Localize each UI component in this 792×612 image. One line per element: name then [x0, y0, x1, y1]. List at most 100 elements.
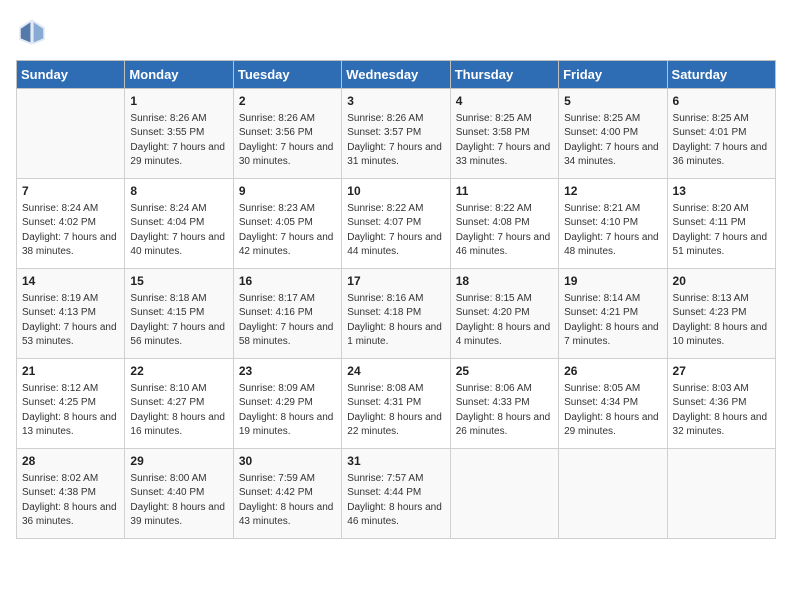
day-info: Sunrise: 8:17 AMSunset: 4:16 PMDaylight:…	[239, 292, 336, 350]
calendar-cell: 31 Sunrise: 7:57 AMSunset: 4:44 PMDayligh…	[342, 449, 450, 539]
calendar-week-row: 1 Sunrise: 8:26 AMSunset: 3:55 PMDaylight…	[17, 89, 776, 179]
day-info: Sunrise: 8:20 AMSunset: 4:11 PMDaylight:…	[673, 202, 770, 260]
weekday-header: Saturday	[667, 61, 775, 89]
weekday-header: Wednesday	[342, 61, 450, 89]
calendar-cell: 19Sunrise: 8:14 AMSunset: 4:21 PMDayligh…	[559, 269, 667, 359]
calendar-cell: 3 Sunrise: 8:26 AMSunset: 3:57 PMDaylight…	[342, 89, 450, 179]
day-number: 3	[347, 93, 444, 110]
calendar-cell: 11Sunrise: 8:22 AMSunset: 4:08 PMDayligh…	[450, 179, 558, 269]
calendar-cell: 24Sunrise: 8:08 AMSunset: 4:31 PMDayligh…	[342, 359, 450, 449]
day-info: Sunrise: 8:24 AMSunset: 4:02 PMDaylight:…	[22, 202, 119, 260]
calendar-cell	[667, 449, 775, 539]
day-number: 20	[673, 273, 770, 290]
logo-icon	[16, 16, 48, 48]
day-number: 23	[239, 363, 336, 380]
calendar-cell: 16 Sunrise: 8:17 AMSunset: 4:16 PMDayligh…	[233, 269, 341, 359]
day-info: Sunrise: 8:25 AMSunset: 3:58 PMDaylight:…	[456, 112, 553, 170]
calendar-table: SundayMondayTuesdayWednesdayThursdayFrid…	[16, 60, 776, 539]
calendar-cell: 5Sunrise: 8:25 AMSunset: 4:00 PMDaylight…	[559, 89, 667, 179]
day-number: 10	[347, 183, 444, 200]
calendar-cell: 15Sunrise: 8:18 AMSunset: 4:15 PMDayligh…	[125, 269, 233, 359]
day-info: Sunrise: 7:57 AMSunset: 4:44 PMDaylight:…	[347, 472, 444, 530]
day-number: 18	[456, 273, 553, 290]
day-info: Sunrise: 8:03 AMSunset: 4:36 PMDaylight:…	[673, 382, 770, 440]
calendar-cell: 28 Sunrise: 8:02 AMSunset: 4:38 PMDayligh…	[17, 449, 125, 539]
day-info: Sunrise: 8:21 AMSunset: 4:10 PMDaylight:…	[564, 202, 661, 260]
calendar-cell: 18 Sunrise: 8:15 AMSunset: 4:20 PMDayligh…	[450, 269, 558, 359]
day-number: 27	[673, 363, 770, 380]
calendar-cell: 9Sunrise: 8:23 AMSunset: 4:05 PMDaylight…	[233, 179, 341, 269]
day-number: 30	[239, 453, 336, 470]
day-number: 5	[564, 93, 661, 110]
calendar-cell: 27 Sunrise: 8:03 AMSunset: 4:36 PMDayligh…	[667, 359, 775, 449]
day-number: 25	[456, 363, 553, 380]
calendar-cell: 29 Sunrise: 8:00 AMSunset: 4:40 PMDayligh…	[125, 449, 233, 539]
day-number: 31	[347, 453, 444, 470]
calendar-cell: 13 Sunrise: 8:20 AMSunset: 4:11 PMDayligh…	[667, 179, 775, 269]
calendar-week-row: 7 Sunrise: 8:24 AMSunset: 4:02 PMDaylight…	[17, 179, 776, 269]
calendar-week-row: 14Sunrise: 8:19 AMSunset: 4:13 PMDayligh…	[17, 269, 776, 359]
calendar-cell: 23 Sunrise: 8:09 AMSunset: 4:29 PMDayligh…	[233, 359, 341, 449]
calendar-cell: 2 Sunrise: 8:26 AMSunset: 3:56 PMDaylight…	[233, 89, 341, 179]
calendar-cell: 17 Sunrise: 8:16 AMSunset: 4:18 PMDayligh…	[342, 269, 450, 359]
day-info: Sunrise: 8:15 AMSunset: 4:20 PMDaylight:…	[456, 292, 553, 350]
day-info: Sunrise: 8:26 AMSunset: 3:55 PMDaylight:…	[130, 112, 227, 170]
calendar-cell: 8 Sunrise: 8:24 AMSunset: 4:04 PMDaylight…	[125, 179, 233, 269]
day-number: 26	[564, 363, 661, 380]
calendar-cell: 20 Sunrise: 8:13 AMSunset: 4:23 PMDayligh…	[667, 269, 775, 359]
day-info: Sunrise: 8:10 AMSunset: 4:27 PMDaylight:…	[130, 382, 227, 440]
day-number: 7	[22, 183, 119, 200]
weekday-header: Monday	[125, 61, 233, 89]
calendar-cell: 12 Sunrise: 8:21 AMSunset: 4:10 PMDayligh…	[559, 179, 667, 269]
day-number: 4	[456, 93, 553, 110]
day-number: 12	[564, 183, 661, 200]
day-info: Sunrise: 8:06 AMSunset: 4:33 PMDaylight:…	[456, 382, 553, 440]
calendar-cell	[450, 449, 558, 539]
day-info: Sunrise: 8:09 AMSunset: 4:29 PMDaylight:…	[239, 382, 336, 440]
day-number: 1	[130, 93, 227, 110]
day-info: Sunrise: 8:26 AMSunset: 3:57 PMDaylight:…	[347, 112, 444, 170]
calendar-cell	[559, 449, 667, 539]
day-number: 6	[673, 93, 770, 110]
calendar-week-row: 28 Sunrise: 8:02 AMSunset: 4:38 PMDayligh…	[17, 449, 776, 539]
weekday-header: Tuesday	[233, 61, 341, 89]
day-number: 16	[239, 273, 336, 290]
day-number: 8	[130, 183, 227, 200]
logo	[16, 16, 52, 48]
day-info: Sunrise: 8:18 AMSunset: 4:15 PMDaylight:…	[130, 292, 227, 350]
day-info: Sunrise: 8:24 AMSunset: 4:04 PMDaylight:…	[130, 202, 227, 260]
weekday-header-row: SundayMondayTuesdayWednesdayThursdayFrid…	[17, 61, 776, 89]
day-number: 17	[347, 273, 444, 290]
day-info: Sunrise: 8:12 AMSunset: 4:25 PMDaylight:…	[22, 382, 119, 440]
weekday-header: Sunday	[17, 61, 125, 89]
day-number: 24	[347, 363, 444, 380]
day-info: Sunrise: 8:23 AMSunset: 4:05 PMDaylight:…	[239, 202, 336, 260]
day-info: Sunrise: 8:13 AMSunset: 4:23 PMDaylight:…	[673, 292, 770, 350]
day-info: Sunrise: 8:26 AMSunset: 3:56 PMDaylight:…	[239, 112, 336, 170]
calendar-cell: 30 Sunrise: 7:59 AMSunset: 4:42 PMDayligh…	[233, 449, 341, 539]
day-info: Sunrise: 8:16 AMSunset: 4:18 PMDaylight:…	[347, 292, 444, 350]
day-info: Sunrise: 8:02 AMSunset: 4:38 PMDaylight:…	[22, 472, 119, 530]
calendar-cell: 4 Sunrise: 8:25 AMSunset: 3:58 PMDaylight…	[450, 89, 558, 179]
day-info: Sunrise: 7:59 AMSunset: 4:42 PMDaylight:…	[239, 472, 336, 530]
day-info: Sunrise: 8:14 AMSunset: 4:21 PMDaylight:…	[564, 292, 661, 350]
calendar-cell: 22 Sunrise: 8:10 AMSunset: 4:27 PMDayligh…	[125, 359, 233, 449]
weekday-header: Thursday	[450, 61, 558, 89]
day-number: 13	[673, 183, 770, 200]
calendar-cell: 25 Sunrise: 8:06 AMSunset: 4:33 PMDayligh…	[450, 359, 558, 449]
calendar-cell: 10Sunrise: 8:22 AMSunset: 4:07 PMDayligh…	[342, 179, 450, 269]
day-number: 22	[130, 363, 227, 380]
day-number: 14	[22, 273, 119, 290]
day-number: 28	[22, 453, 119, 470]
calendar-cell: 7 Sunrise: 8:24 AMSunset: 4:02 PMDaylight…	[17, 179, 125, 269]
calendar-cell: 1 Sunrise: 8:26 AMSunset: 3:55 PMDaylight…	[125, 89, 233, 179]
day-info: Sunrise: 8:00 AMSunset: 4:40 PMDaylight:…	[130, 472, 227, 530]
day-info: Sunrise: 8:05 AMSunset: 4:34 PMDaylight:…	[564, 382, 661, 440]
day-number: 2	[239, 93, 336, 110]
calendar-week-row: 21Sunrise: 8:12 AMSunset: 4:25 PMDayligh…	[17, 359, 776, 449]
day-info: Sunrise: 8:25 AMSunset: 4:01 PMDaylight:…	[673, 112, 770, 170]
calendar-cell: 21Sunrise: 8:12 AMSunset: 4:25 PMDayligh…	[17, 359, 125, 449]
day-number: 29	[130, 453, 227, 470]
day-number: 11	[456, 183, 553, 200]
page-header	[16, 16, 776, 48]
